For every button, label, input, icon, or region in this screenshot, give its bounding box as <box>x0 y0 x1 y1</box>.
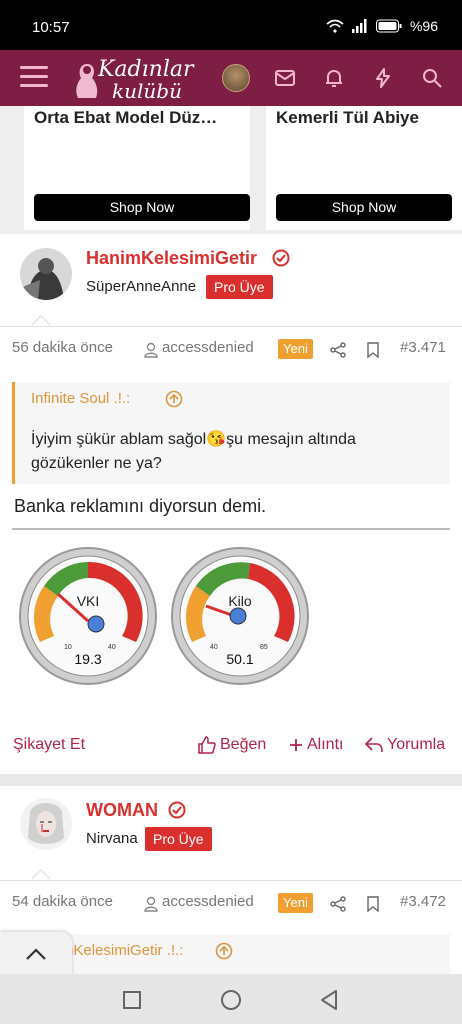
gauge-value: 19.3 <box>74 651 101 667</box>
quote-block: Infinite Soul .!.: İyiyim şükür ablam sa… <box>12 382 450 484</box>
post-time[interactable]: 56 dakika önce <box>12 339 113 356</box>
gauge-max: 85 <box>260 644 268 651</box>
post-source: accessdenied <box>162 339 254 356</box>
ad-title: Orta Ebat Model Düz… <box>34 108 218 127</box>
bookmark-icon[interactable] <box>367 896 379 912</box>
avatar[interactable] <box>222 64 250 92</box>
user-title: SüperAnneAnne <box>86 278 197 295</box>
ad-strip: Orta Ebat Model Düz… Shop Now Kemerli Tü… <box>0 106 462 234</box>
post-number[interactable]: #3.471 <box>400 339 446 356</box>
post-meta-bar: 56 dakika önce accessdenied Yeni #3.471 <box>0 326 462 366</box>
thumbs-up-icon <box>198 736 216 754</box>
emoji: 😘 <box>206 431 227 448</box>
shop-now-button[interactable]: Shop Now <box>34 194 250 221</box>
status-time: 10:57 <box>32 19 70 36</box>
mail-icon[interactable] <box>273 66 297 90</box>
user-avatar[interactable] <box>20 248 72 300</box>
gauge-label: Kilo <box>228 593 252 609</box>
ad-card[interactable]: Kemerli Tül Abiye Shop Now <box>266 106 462 230</box>
user-icon <box>144 896 158 912</box>
menu-icon[interactable] <box>20 66 48 90</box>
gauge-min: 40 <box>210 644 218 651</box>
quote-text: İyiyim şükür ablam sağol😘şu mesajın altı… <box>31 431 356 472</box>
quote-jump-icon[interactable] <box>165 390 183 408</box>
shop-now-button[interactable]: Shop Now <box>276 194 452 221</box>
post-message: Banka reklamını diyorsun demi. <box>14 496 267 516</box>
pro-member-badge: Pro Üye <box>206 275 273 299</box>
post-user-header: HanimKelesimiGetir SüperAnneAnne Pro Üye <box>0 234 462 326</box>
wifi-icon <box>326 19 344 33</box>
recents-icon[interactable] <box>122 990 142 1010</box>
quote-author[interactable]: nKelesimiGetir .!.: <box>65 942 183 959</box>
gauge-value: 50.1 <box>226 651 253 667</box>
post-number[interactable]: #3.472 <box>400 893 446 910</box>
bolt-icon[interactable] <box>371 66 395 90</box>
bookmark-icon[interactable] <box>367 342 379 358</box>
new-badge: Yeni <box>278 893 313 913</box>
username[interactable]: WOMAN <box>86 800 158 821</box>
status-bar: 10:57 %96 <box>0 0 462 50</box>
home-icon[interactable] <box>220 989 242 1011</box>
share-icon[interactable] <box>330 896 346 912</box>
chevron-up-icon <box>26 948 46 960</box>
new-badge: Yeni <box>278 339 313 359</box>
user-title: Nirvana <box>86 830 138 847</box>
username[interactable]: HanimKelesimiGetir <box>86 248 257 269</box>
vki-gauge: VKI 10 40 19.3 <box>19 547 157 685</box>
post-actions: Şikayet Et Beğen Alıntı Yorumla <box>0 730 462 760</box>
system-indicators: %96 <box>326 18 438 34</box>
logo-text-line2: kulübü <box>112 79 182 103</box>
report-button[interactable]: Şikayet Et <box>13 736 85 754</box>
post-time[interactable]: 54 dakika önce <box>12 893 113 910</box>
battery-level: %96 <box>409 18 438 34</box>
like-button[interactable]: Beğen <box>198 736 266 754</box>
site-logo[interactable]: Kadınlar kulübü <box>68 54 198 103</box>
post-meta-bar: 54 dakika önce accessdenied Yeni #3.472 <box>0 880 462 920</box>
verified-icon <box>272 249 290 267</box>
user-avatar[interactable] <box>20 798 72 850</box>
pro-member-badge: Pro Üye <box>145 827 212 851</box>
quote-block: nKelesimiGetir .!.: <box>12 934 450 974</box>
battery-icon <box>375 19 402 33</box>
gauge-label: VKI <box>77 593 100 609</box>
post-user-header: WOMAN Nirvana Pro Üye <box>0 786 462 878</box>
scroll-to-top-button[interactable] <box>0 932 72 976</box>
reply-button[interactable]: Yorumla <box>365 736 445 754</box>
quote-button[interactable]: Alıntı <box>289 736 343 754</box>
quote-jump-icon[interactable] <box>215 942 233 960</box>
user-icon <box>144 342 158 358</box>
signature-divider <box>12 528 450 530</box>
back-icon[interactable] <box>318 989 340 1011</box>
system-navigation-bar <box>0 974 462 1024</box>
signal-icon <box>351 19 367 33</box>
bell-icon[interactable] <box>322 66 346 90</box>
gauge-max: 40 <box>108 644 116 651</box>
ad-title: Kemerli Tül Abiye <box>276 108 419 127</box>
share-icon[interactable] <box>330 342 346 358</box>
search-icon[interactable] <box>420 66 444 90</box>
site-header: Kadınlar kulübü <box>0 50 462 106</box>
post-source: accessdenied <box>162 893 254 910</box>
verified-icon <box>168 801 186 819</box>
plus-icon <box>290 739 302 751</box>
post-divider <box>0 774 462 786</box>
reply-icon <box>365 737 383 753</box>
gauge-min: 10 <box>64 644 72 651</box>
ad-card[interactable]: Orta Ebat Model Düz… Shop Now <box>24 106 250 230</box>
quote-author[interactable]: Infinite Soul .!.: <box>31 390 130 407</box>
kilo-gauge: Kilo 40 85 50.1 <box>171 547 309 685</box>
